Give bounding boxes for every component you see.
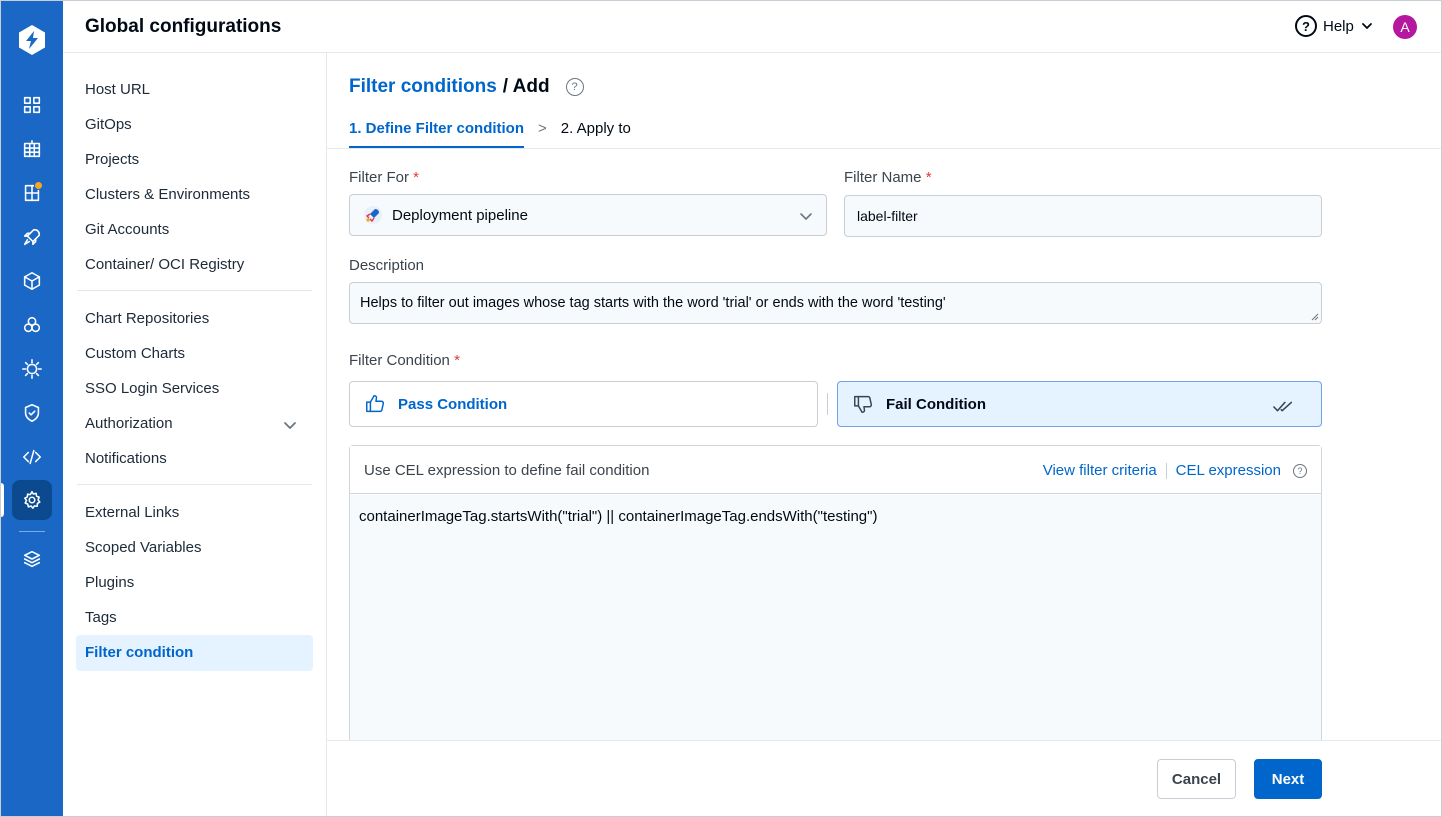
filter-for-value: Deployment pipeline — [392, 206, 528, 224]
settings-gear-icon[interactable] — [19, 487, 45, 513]
editor-hint: Use CEL expression to define fail condit… — [364, 462, 650, 479]
fail-condition-label: Fail Condition — [886, 395, 986, 413]
deployment-pipeline-icon — [364, 206, 382, 224]
editor-header: Use CEL expression to define fail condit… — [350, 446, 1321, 494]
tab-define-filter-condition[interactable]: 1. Define Filter condition — [349, 120, 525, 148]
nav-item-chart-repositories[interactable]: Chart Repositories — [85, 310, 209, 327]
app-grid-icon[interactable] — [19, 92, 45, 118]
required-mark: * — [413, 169, 420, 186]
app-nav-rail — [0, 0, 63, 817]
question-circle-icon[interactable]: ? — [1293, 463, 1307, 478]
nav-item-git-accounts[interactable]: Git Accounts — [85, 221, 169, 238]
chart-grid-icon[interactable] — [19, 136, 45, 162]
chevron-down-icon — [800, 213, 812, 220]
description-textarea[interactable]: Helps to filter out images whose tag sta… — [349, 282, 1322, 324]
description-label: Description — [349, 257, 425, 274]
breadcrumb-current: / Add — [502, 76, 550, 97]
nav-item-external-links[interactable]: External Links — [85, 504, 179, 521]
filter-name-value: label-filter — [857, 208, 918, 224]
form-footer: Cancel Next — [327, 740, 1442, 817]
filter-for-label-text: Filter For — [349, 169, 409, 186]
next-button[interactable]: Next — [1254, 759, 1322, 799]
cel-expression-link[interactable]: CEL expression — [1176, 462, 1281, 479]
nav-item-scoped-variables[interactable]: Scoped Variables — [85, 539, 201, 556]
cube-icon[interactable] — [19, 268, 45, 294]
nav-item-plugins[interactable]: Plugins — [85, 574, 134, 591]
link-separator — [1165, 462, 1167, 479]
help-menu[interactable]: ? Help — [1295, 15, 1374, 37]
pass-condition-button[interactable]: Pass Condition — [349, 381, 818, 427]
nav-divider — [77, 484, 312, 485]
tab-separator: > — [538, 120, 547, 137]
condition-divider — [827, 393, 828, 415]
filter-condition-label: Filter Condition * — [349, 352, 460, 369]
nav-item-gitops[interactable]: GitOps — [85, 116, 132, 133]
settings-nav: Host URL GitOps Projects Clusters & Envi… — [63, 53, 327, 817]
required-mark: * — [925, 169, 932, 186]
tabs-divider — [327, 148, 1442, 149]
required-mark: * — [454, 352, 460, 369]
resize-handle-icon[interactable] — [1311, 313, 1319, 321]
rail-divider — [19, 531, 45, 532]
nav-item-sso-login[interactable]: SSO Login Services — [85, 380, 219, 397]
double-check-icon — [1273, 401, 1293, 412]
help-circle-icon: ? — [1295, 15, 1317, 37]
nav-item-authorization[interactable]: Authorization — [85, 415, 173, 432]
editor-links: View filter criteria CEL expression ? — [1043, 462, 1307, 479]
wizard-tabs: 1. Define Filter condition > 2. Apply to — [349, 120, 631, 148]
pass-condition-label: Pass Condition — [398, 395, 508, 413]
nav-item-host-url[interactable]: Host URL — [85, 81, 150, 98]
question-circle-icon[interactable]: ? — [565, 78, 584, 96]
rail-active-indicator — [0, 483, 4, 517]
nav-item-tags[interactable]: Tags — [85, 609, 117, 626]
nav-item-projects[interactable]: Projects — [85, 151, 139, 168]
tab-apply-to[interactable]: 2. Apply to — [561, 120, 631, 148]
nav-item-container-registry[interactable]: Container/ OCI Registry — [85, 256, 244, 273]
chevron-down-icon — [1361, 23, 1372, 29]
description-value: Helps to filter out images whose tag sta… — [360, 295, 946, 311]
fail-condition-button[interactable]: Fail Condition — [837, 381, 1322, 427]
shield-icon[interactable] — [19, 400, 45, 426]
notification-dot — [34, 181, 43, 190]
expression-text: containerImageTag.startsWith("trial") ||… — [359, 508, 878, 525]
filter-condition-label-text: Filter Condition — [349, 352, 450, 369]
stack-layers-icon[interactable] — [19, 546, 45, 572]
thumbs-up-icon — [366, 395, 385, 413]
avatar[interactable]: A — [1393, 15, 1417, 39]
rocket-icon[interactable] — [19, 224, 45, 250]
breadcrumb-filter-conditions-link[interactable]: Filter conditions — [349, 76, 497, 98]
code-icon[interactable] — [19, 444, 45, 470]
main-content: Filter conditions / Add ? 1. Define Filt… — [327, 53, 1442, 817]
nav-item-filter-condition-label: Filter condition — [85, 644, 194, 661]
thumbs-down-icon — [854, 395, 873, 413]
help-label: Help — [1323, 17, 1354, 35]
page-title: Global configurations — [85, 16, 282, 37]
filter-for-select[interactable]: Deployment pipeline — [349, 194, 827, 236]
nav-item-custom-charts[interactable]: Custom Charts — [85, 345, 185, 362]
filter-name-label: Filter Name * — [844, 169, 932, 186]
breadcrumb: Filter conditions / Add ? — [349, 76, 584, 98]
nav-item-clusters-environments[interactable]: Clusters & Environments — [85, 186, 250, 203]
cancel-button[interactable]: Cancel — [1157, 759, 1236, 799]
devtron-logo-icon[interactable] — [14, 22, 50, 58]
filter-name-label-text: Filter Name — [844, 169, 922, 186]
bulk-edit-icon[interactable] — [19, 312, 45, 338]
filter-name-input[interactable]: label-filter — [844, 195, 1322, 237]
view-filter-criteria-link[interactable]: View filter criteria — [1043, 462, 1157, 479]
filter-for-label: Filter For * — [349, 169, 419, 186]
nav-divider — [77, 290, 312, 291]
chevron-down-icon[interactable] — [282, 417, 298, 433]
top-header: Global configurations ? Help A — [63, 0, 1442, 53]
nav-item-notifications[interactable]: Notifications — [85, 450, 167, 467]
security-bug-icon[interactable] — [19, 356, 45, 382]
